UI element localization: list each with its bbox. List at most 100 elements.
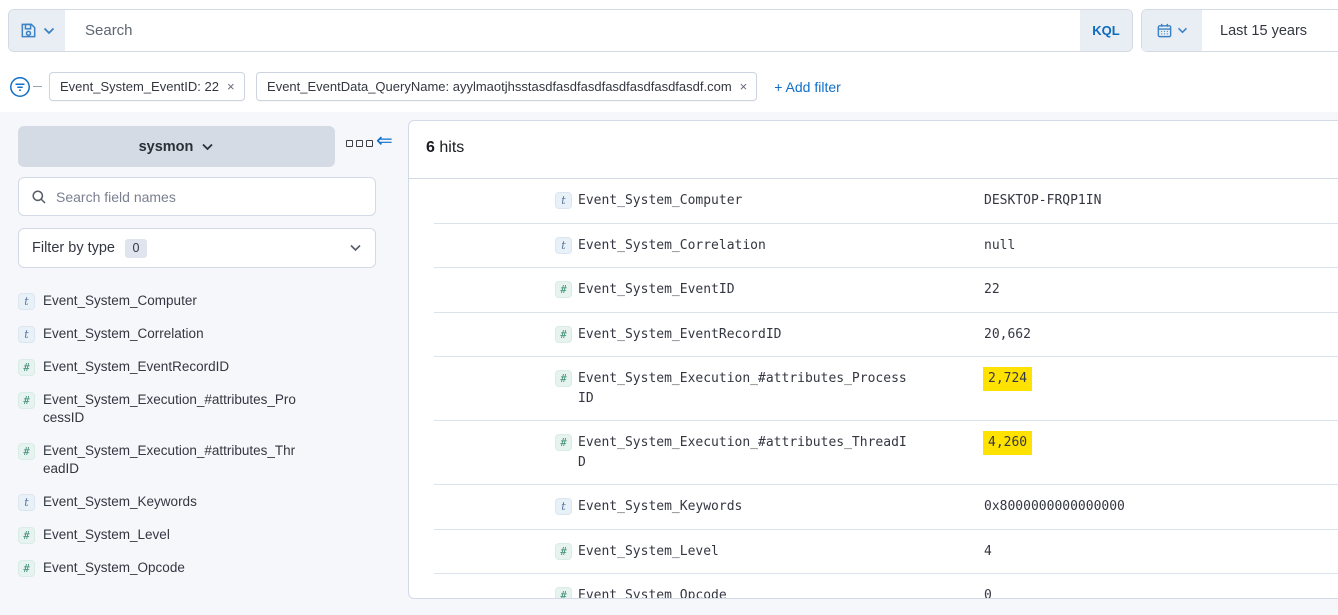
filter-pill-label: Event_EventData_QueryName: ayylmaotjhsst…	[267, 79, 732, 94]
field-type-icon: t	[555, 498, 572, 515]
sidebar-field-name: Event_System_Execution_#attributes_Threa…	[43, 442, 301, 478]
date-picker: Last 15 years	[1141, 9, 1338, 52]
field-type-icon: #	[555, 587, 572, 599]
field-value-text: 0	[984, 586, 992, 599]
field-type-icon: t	[555, 192, 572, 209]
field-type-icon: t	[555, 237, 572, 254]
filter-pill-label: Event_System_EventID: 22	[60, 79, 219, 94]
field-value-cell: null	[984, 236, 1015, 256]
filter-pill-list: Event_System_EventID: 22 × Event_EventDa…	[42, 72, 757, 101]
filter-pill[interactable]: Event_System_EventID: 22 ×	[49, 72, 245, 101]
table-row: # Event_System_EventID 22	[434, 267, 1338, 312]
kql-language-button[interactable]: KQL	[1080, 10, 1132, 51]
calendar-icon	[1156, 22, 1173, 39]
search-input[interactable]	[65, 10, 1080, 51]
field-value-cell: 20,662	[984, 325, 1031, 345]
field-name-cell: Event_System_EventID	[578, 280, 912, 300]
table-row: # Event_System_Execution_#attributes_Pro…	[434, 356, 1338, 420]
chevron-down-icon	[43, 27, 55, 35]
table-row: # Event_System_Opcode 0	[434, 573, 1338, 599]
fields-sidebar: sysmon ⇐ Filter by type 0 t Event_System…	[0, 112, 408, 615]
sidebar-field-item[interactable]: t Event_System_Keywords	[18, 493, 390, 511]
saved-query-button[interactable]	[9, 10, 65, 51]
field-type-icon: #	[18, 560, 35, 577]
search-icon	[31, 189, 47, 205]
field-type-icon: t	[18, 293, 35, 310]
field-value-text: null	[984, 236, 1015, 256]
filter-bar: Event_System_EventID: 22 × Event_EventDa…	[8, 71, 1338, 102]
hits-label: hits	[439, 139, 464, 156]
filter-by-type-button[interactable]: Filter by type 0	[18, 228, 376, 268]
field-value-text: 4	[984, 542, 992, 562]
remove-filter-icon[interactable]: ×	[227, 79, 235, 94]
field-value-cell: 2,724	[984, 369, 1031, 389]
hits-header: 6 hits	[409, 121, 1338, 179]
table-row: t Event_System_Computer DESKTOP-FRQP1IN	[434, 179, 1338, 223]
query-bar: KQL	[8, 9, 1133, 52]
field-type-icon: #	[18, 527, 35, 544]
field-search-input[interactable]	[56, 189, 363, 205]
field-value-cell: 4,260	[984, 433, 1031, 453]
field-name-cell: Event_System_Keywords	[578, 497, 912, 517]
sidebar-field-name: Event_System_Keywords	[43, 493, 301, 511]
sidebar-field-item[interactable]: t Event_System_Computer	[18, 292, 390, 310]
table-row: # Event_System_Level 4	[434, 529, 1338, 574]
field-name-cell: Event_System_Execution_#attributes_Threa…	[578, 433, 912, 472]
field-type-icon: t	[18, 326, 35, 343]
sidebar-field-item[interactable]: # Event_System_Execution_#attributes_Pro…	[18, 391, 390, 427]
field-type-icon: #	[18, 359, 35, 376]
sidebar-field-name: Event_System_Correlation	[43, 325, 301, 343]
chevron-down-icon	[349, 244, 362, 252]
field-type-icon: #	[555, 326, 572, 343]
field-value-text: 4,260	[983, 431, 1032, 455]
sidebar-field-name: Event_System_Computer	[43, 292, 301, 310]
table-row: t Event_System_Correlation null	[434, 223, 1338, 268]
sidebar-field-name: Event_System_Execution_#attributes_Proce…	[43, 391, 301, 427]
hits-count: 6	[426, 139, 435, 156]
field-search-box	[18, 177, 376, 216]
field-value-cell: 22	[984, 280, 1000, 300]
field-value-cell: 4	[984, 542, 992, 562]
save-icon	[19, 21, 38, 40]
results-panel: 6 hits t Event_System_Computer DESKTOP-F…	[408, 120, 1338, 599]
chevron-down-icon	[201, 143, 214, 151]
table-row: # Event_System_Execution_#attributes_Thr…	[434, 420, 1338, 484]
table-row: # Event_System_EventRecordID 20,662	[434, 312, 1338, 357]
data-view-name: sysmon	[139, 139, 194, 155]
field-type-icon: #	[555, 370, 572, 387]
field-type-icon: t	[18, 494, 35, 511]
field-value-text: 0x8000000000000000	[984, 497, 1125, 517]
sidebar-field-name: Event_System_EventRecordID	[43, 358, 301, 376]
date-quick-select-button[interactable]	[1142, 10, 1202, 51]
chevron-down-icon	[1177, 27, 1188, 34]
sidebar-field-item[interactable]: t Event_System_Correlation	[18, 325, 390, 343]
field-name-cell: Event_System_Execution_#attributes_Proce…	[578, 369, 912, 408]
collapse-sidebar-icon[interactable]: ⇐	[376, 131, 393, 151]
sidebar-field-item[interactable]: # Event_System_Execution_#attributes_Thr…	[18, 442, 390, 478]
field-type-icon: #	[555, 543, 572, 560]
field-name-cell: Event_System_EventRecordID	[578, 325, 912, 345]
remove-filter-icon[interactable]: ×	[740, 79, 748, 94]
field-value-cell: 0	[984, 586, 992, 599]
field-type-icon: #	[18, 392, 35, 409]
document-field-table: t Event_System_Computer DESKTOP-FRQP1IN …	[434, 179, 1338, 599]
filter-connector	[33, 86, 42, 87]
field-value-text: 22	[984, 280, 1000, 300]
field-options-button[interactable]	[346, 140, 373, 147]
sidebar-field-name: Event_System_Opcode	[43, 559, 301, 577]
field-name-cell: Event_System_Computer	[578, 191, 912, 211]
sidebar-field-item[interactable]: # Event_System_Level	[18, 526, 390, 544]
field-value-text: 20,662	[984, 325, 1031, 345]
field-type-icon: #	[555, 434, 572, 451]
add-filter-button[interactable]: + Add filter	[774, 79, 841, 95]
time-range-value[interactable]: Last 15 years	[1202, 10, 1307, 51]
sidebar-field-item[interactable]: # Event_System_EventRecordID	[18, 358, 390, 376]
sidebar-field-item[interactable]: # Event_System_Opcode	[18, 559, 390, 577]
available-fields-list: t Event_System_Computer t Event_System_C…	[18, 292, 390, 592]
filter-set-icon[interactable]	[8, 75, 32, 99]
field-value-cell: DESKTOP-FRQP1IN	[984, 191, 1101, 211]
data-view-picker[interactable]: sysmon	[18, 126, 335, 167]
sidebar-field-name: Event_System_Level	[43, 526, 301, 544]
filter-pill[interactable]: Event_EventData_QueryName: ayylmaotjhsst…	[256, 72, 757, 101]
field-name-cell: Event_System_Level	[578, 542, 912, 562]
